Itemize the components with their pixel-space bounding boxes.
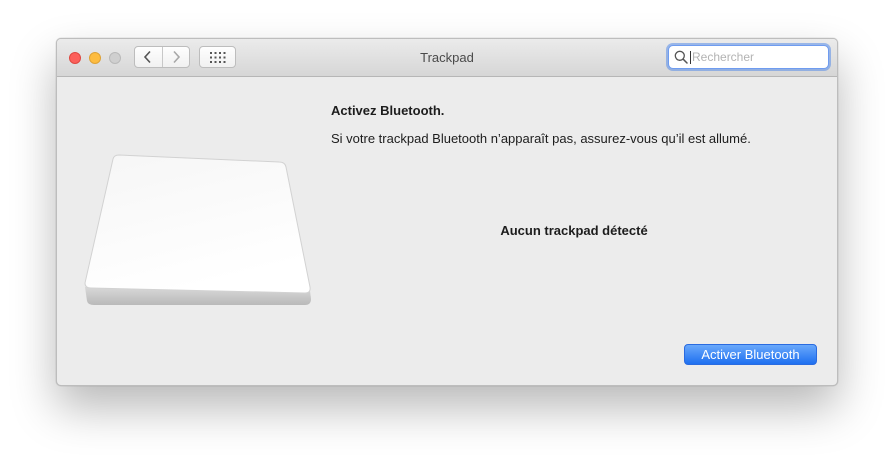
bluetooth-instructions: Si votre trackpad Bluetooth n’apparaît p… bbox=[331, 131, 751, 146]
chevron-left-icon bbox=[144, 50, 151, 64]
title-bar: Trackpad bbox=[57, 39, 837, 77]
search-icon bbox=[672, 49, 690, 65]
preferences-window: Trackpad Rechercher Activez Bluetooth. S… bbox=[56, 38, 838, 386]
trackpad-pane: Activez Bluetooth. Si votre trackpad Blu… bbox=[57, 77, 837, 385]
text-cursor bbox=[690, 50, 691, 64]
grid-icon bbox=[209, 51, 225, 63]
chevron-right-icon bbox=[173, 50, 180, 64]
zoom-window-button[interactable] bbox=[109, 52, 121, 64]
trackpad-illustration bbox=[84, 154, 311, 305]
close-window-button[interactable] bbox=[69, 52, 81, 64]
navigation-buttons bbox=[134, 46, 190, 68]
search-input[interactable] bbox=[692, 50, 822, 64]
search-field[interactable] bbox=[668, 45, 829, 69]
no-trackpad-status: Aucun trackpad détecté bbox=[500, 223, 648, 238]
show-all-button[interactable] bbox=[199, 46, 236, 68]
forward-button[interactable] bbox=[161, 47, 190, 67]
bluetooth-heading: Activez Bluetooth. bbox=[331, 103, 445, 118]
minimize-window-button[interactable] bbox=[89, 52, 101, 64]
enable-bluetooth-button[interactable]: Activer Bluetooth bbox=[684, 344, 817, 365]
back-button[interactable] bbox=[135, 47, 162, 67]
